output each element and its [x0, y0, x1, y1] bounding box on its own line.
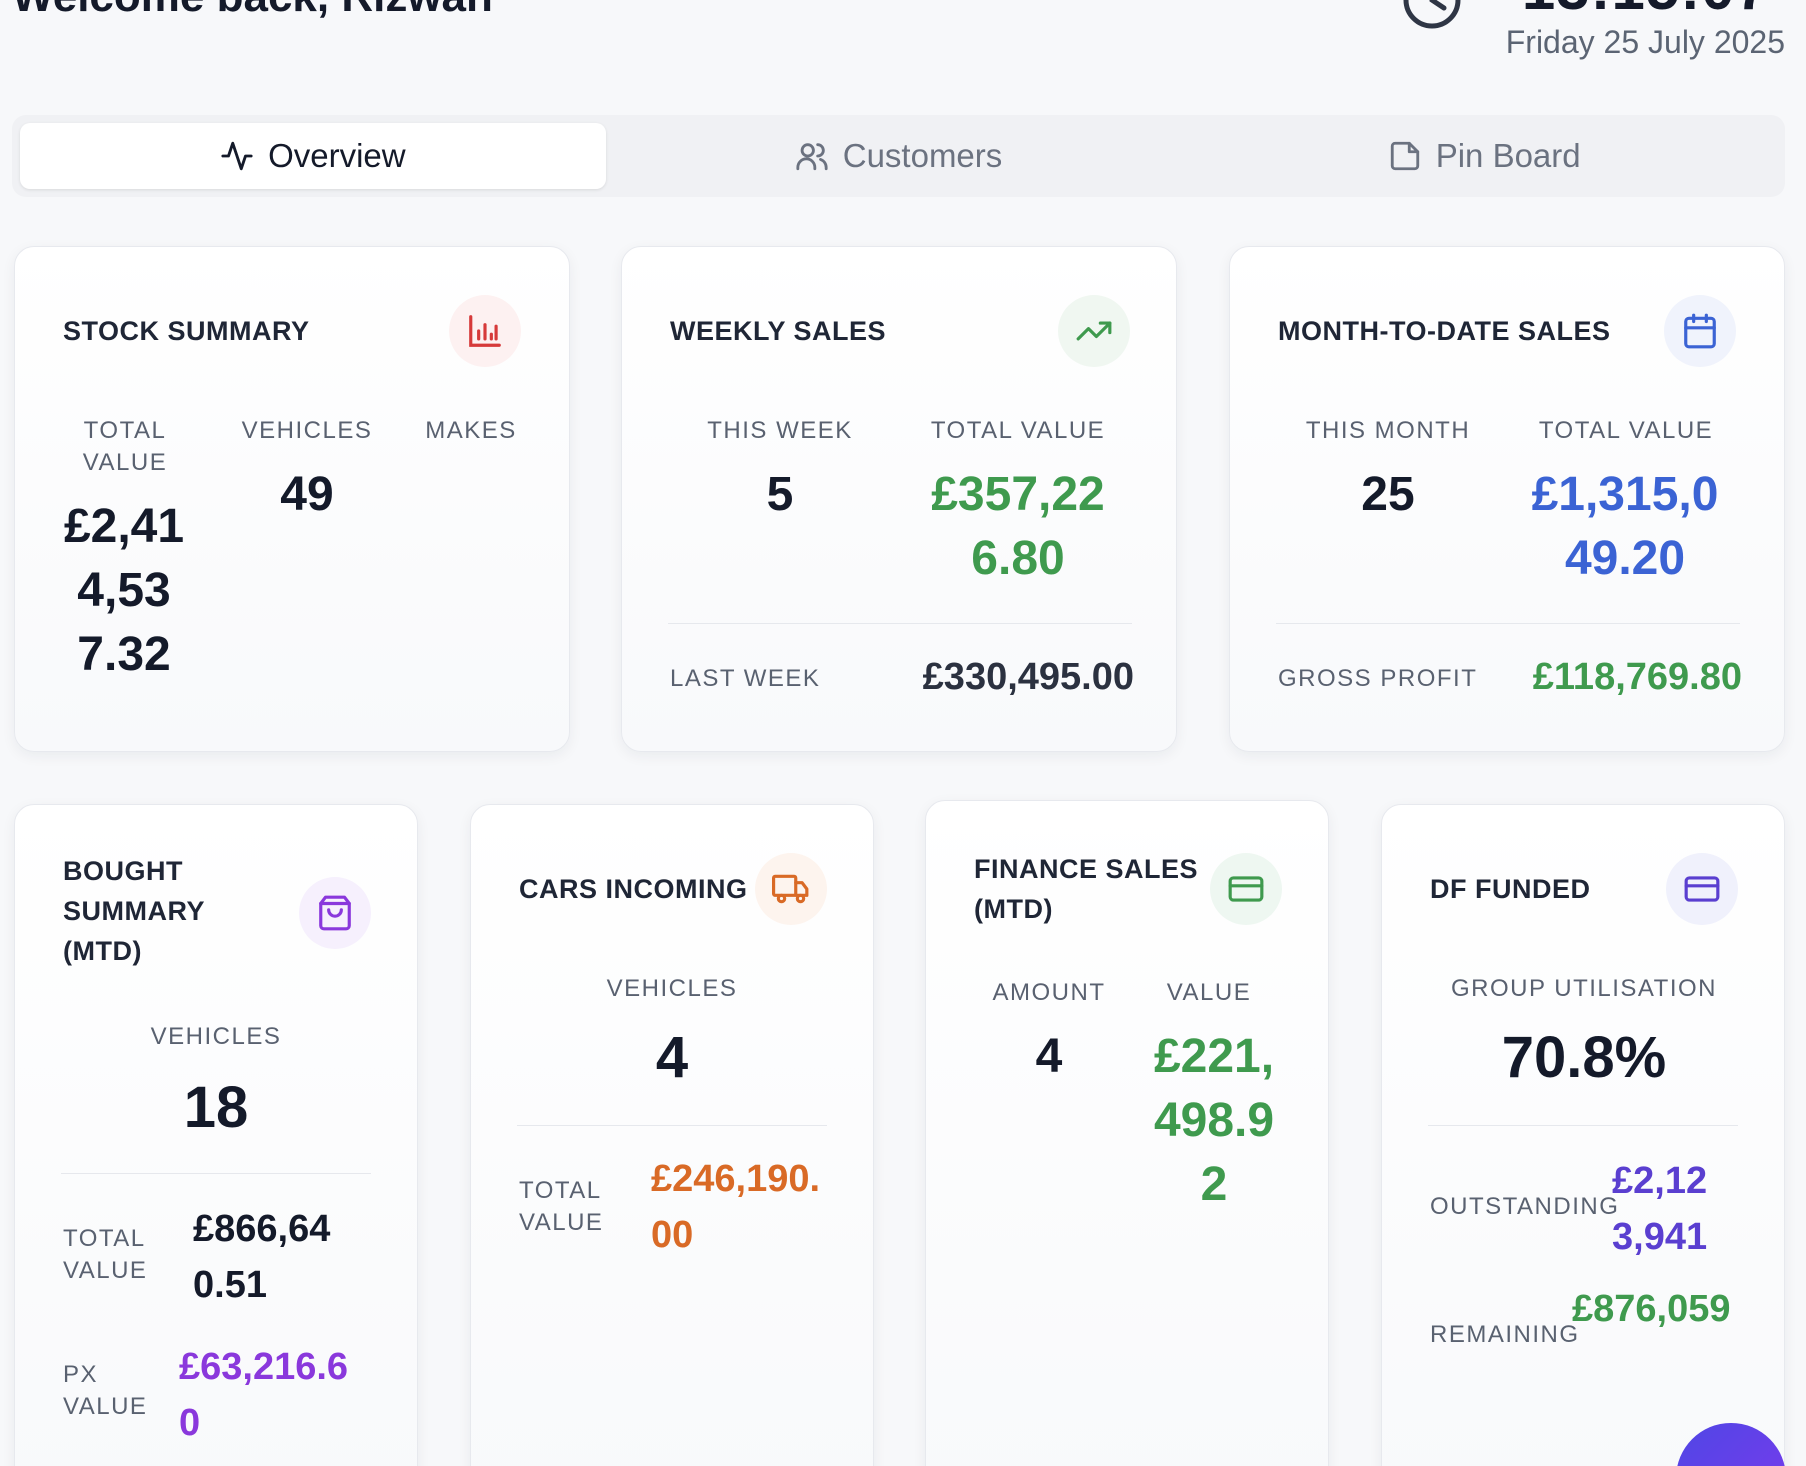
tab-customers[interactable]: Customers — [606, 123, 1192, 189]
total-value-label: TOTAL VALUE — [519, 1177, 604, 1236]
amount-label: AMOUNT — [992, 979, 1106, 1006]
total-value-label: TOTAL VALUE — [1538, 417, 1714, 444]
this-week-label: THIS WEEK — [707, 417, 853, 444]
calendar-icon — [1684, 313, 1716, 349]
remaining-label: REMAINING — [1430, 1321, 1580, 1348]
df-funded-card[interactable]: DF FUNDED GROUP UTILISATION 70.8% OUTSTA… — [1381, 804, 1785, 1466]
card-title: FINANCE SALES (MTD) — [974, 854, 1199, 924]
divider — [61, 1173, 371, 1174]
card-icon — [449, 295, 521, 367]
outstanding-label: OUTSTANDING — [1430, 1193, 1620, 1220]
activity-icon — [221, 141, 253, 171]
card-title: DF FUNDED — [1430, 874, 1591, 904]
card-icon — [1664, 295, 1736, 367]
shopping-bag-icon — [319, 895, 351, 931]
tab-overview[interactable]: Overview — [20, 123, 606, 189]
bar-chart-icon — [469, 315, 501, 347]
gross-profit-value: £118,769.80 — [1532, 656, 1742, 698]
this-month-label: THIS MONTH — [1305, 417, 1471, 444]
last-week-value: £330,495.00 — [922, 656, 1134, 698]
last-week-label: LAST WEEK — [670, 665, 821, 692]
stock-summary-card[interactable]: STOCK SUMMARY TOTAL VALUE £2,414,537.32 … — [14, 246, 570, 752]
divider — [517, 1125, 827, 1126]
weekly-sales-card[interactable]: WEEKLY SALES THIS WEEK 5 TOTAL VALUE £35… — [621, 246, 1177, 752]
total-value: £246,190.00 — [651, 1158, 821, 1256]
mtd-sales-card[interactable]: MONTH-TO-DATE SALES THIS MONTH 25 TOTAL … — [1229, 246, 1785, 752]
card-title: CARS INCOMING — [519, 874, 748, 904]
users-icon — [796, 143, 828, 171]
card-title: BOUGHT SUMMARY (MTD) — [63, 856, 205, 966]
total-value: £357,226.80 — [931, 468, 1105, 585]
card-icon — [1058, 295, 1130, 367]
clock-time: 13:15:07 — [1522, 0, 1770, 23]
tab-bar: Overview Customers Pin Board — [12, 115, 1785, 197]
value-label: VALUE — [1166, 979, 1252, 1006]
card-title: WEEKLY SALES — [670, 316, 887, 346]
cars-incoming-card[interactable]: CARS INCOMING VEHICLES 4 TOTAL VALUE £24… — [470, 804, 874, 1466]
vehicles-label: VEHICLES — [241, 417, 373, 444]
this-week-count: 5 — [766, 468, 794, 521]
divider — [1428, 1125, 1738, 1126]
total-value: £866,640.51 — [193, 1208, 331, 1306]
tab-label: Pin Board — [1435, 137, 1581, 174]
card-icon — [1666, 853, 1738, 925]
welcome-heading: Welcome back, Rizwan — [12, 0, 493, 22]
vehicles-count: 4 — [655, 1025, 689, 1090]
card-icon — [1210, 853, 1282, 925]
px-value-label: PX VALUE — [63, 1361, 148, 1420]
credit-card-icon — [1684, 876, 1720, 902]
outstanding-value: £2,123,941 — [1612, 1160, 1708, 1258]
tab-label: Overview — [268, 137, 406, 174]
vehicles-count: 18 — [183, 1075, 249, 1140]
truck-icon — [772, 874, 809, 904]
makes-label: MAKES — [425, 417, 517, 444]
total-value-label: TOTAL VALUE — [930, 417, 1106, 444]
px-value: £63,216.60 — [179, 1346, 349, 1444]
vehicles-label: VEHICLES — [606, 975, 738, 1002]
vehicles-count: 49 — [280, 468, 334, 521]
card-title: STOCK SUMMARY — [63, 316, 310, 346]
credit-card-icon — [1228, 876, 1264, 902]
vehicles-label: VEHICLES — [150, 1023, 282, 1050]
divider — [1276, 623, 1740, 624]
group-utilisation-label: GROUP UTILISATION — [1451, 975, 1717, 1002]
trending-up-icon — [1076, 321, 1112, 341]
bought-summary-card[interactable]: BOUGHT SUMMARY (MTD) VEHICLES 18 TOTAL V… — [14, 804, 418, 1466]
total-value: £2,414,537.32 — [63, 500, 185, 681]
card-icon — [299, 877, 371, 949]
tab-label: Customers — [842, 137, 1003, 174]
clock-date: Friday 25 July 2025 — [1505, 24, 1785, 60]
card-icon — [755, 853, 827, 925]
card-title: MONTH-TO-DATE SALES — [1278, 316, 1611, 346]
clock-icon — [1403, 0, 1461, 29]
group-utilisation-value: 70.8% — [1501, 1025, 1667, 1090]
total-value: £1,315,049.20 — [1531, 468, 1719, 585]
finance-sales-card[interactable]: FINANCE SALES (MTD) AMOUNT 4 VALUE £221,… — [925, 800, 1329, 1466]
amount-count: 4 — [1035, 1030, 1063, 1083]
divider — [668, 623, 1132, 624]
this-month-count: 25 — [1361, 468, 1415, 521]
total-value-label: TOTAL VALUE — [63, 1225, 148, 1284]
sticky-note-icon — [1390, 141, 1419, 171]
total-value-label: TOTAL VALUE — [82, 417, 168, 476]
tab-pin-board[interactable]: Pin Board — [1191, 123, 1777, 189]
remaining-value: £876,059 — [1572, 1288, 1731, 1330]
finance-value: £221,498.92 — [1153, 1030, 1275, 1211]
